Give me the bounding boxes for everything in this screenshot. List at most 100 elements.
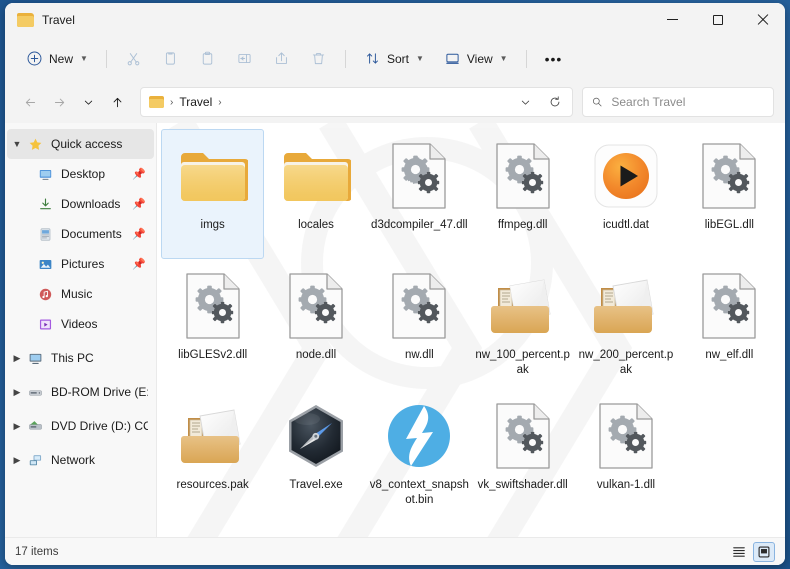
maximize-button[interactable] [695, 3, 740, 36]
file-tile[interactable]: imgs [161, 129, 265, 259]
details-view-toggle[interactable] [728, 542, 750, 562]
file-grid: imgs locales d3dcompiler_47.dll ffmpeg.d… [157, 123, 785, 519]
file-name: Travel.exe [289, 479, 343, 491]
back-button[interactable] [16, 88, 44, 116]
sidebar-item-label: BD-ROM Drive (E:) C [51, 385, 148, 399]
breadcrumb-separator[interactable]: › [216, 97, 223, 108]
trash-icon [312, 53, 325, 65]
downloads-icon [37, 196, 54, 212]
sidebar-item-label: Network [51, 453, 96, 467]
file-tile[interactable]: d3dcompiler_47.dll [368, 129, 471, 259]
file-tile[interactable]: libEGL.dll [678, 129, 781, 259]
pin-icon[interactable]: 📌 [132, 198, 146, 211]
file-tile[interactable]: vulkan-1.dll [574, 389, 677, 519]
folder-icon [17, 12, 34, 27]
paste-button[interactable] [190, 43, 225, 75]
new-button-label: New [49, 51, 74, 66]
file-tile[interactable]: nw_200_percent.pak [574, 259, 677, 389]
file-tile[interactable]: resources.pak [161, 389, 264, 519]
file-name: locales [298, 219, 334, 231]
pin-icon[interactable]: 📌 [132, 258, 146, 271]
file-tile[interactable]: icudtl.dat [574, 129, 677, 259]
orange-play-icon [588, 138, 664, 214]
large-icons-view-icon [758, 546, 770, 557]
sidebar-item-label: Pictures [61, 257, 105, 271]
new-button[interactable]: New ▼ [17, 43, 97, 75]
dll-gears-icon [691, 268, 767, 344]
recent-locations-button[interactable] [74, 88, 102, 116]
pak-box-icon [175, 398, 251, 474]
file-tile[interactable]: v8_context_snapshot.bin [368, 389, 471, 519]
bdrom-drive-icon [27, 384, 44, 400]
search-input[interactable] [611, 95, 765, 109]
sidebar-item-music[interactable]: Music [7, 279, 154, 309]
forward-button[interactable] [45, 88, 73, 116]
file-tile[interactable]: node.dll [264, 259, 367, 389]
navigation-pane[interactable]: ▼ Quick access Desktop 📌 Downloads 📌 Doc… [5, 123, 157, 537]
file-tile[interactable]: nw_100_percent.pak [471, 259, 574, 389]
file-tile[interactable]: Travel.exe [264, 389, 367, 519]
pictures-icon [37, 256, 54, 272]
sidebar-item-bd-rom-drive[interactable]: ▶ BD-ROM Drive (E:) C [7, 377, 154, 407]
share-icon [276, 52, 287, 64]
file-tile[interactable]: libGLESv2.dll [161, 259, 264, 389]
file-tile[interactable]: vk_swiftshader.dll [471, 389, 574, 519]
search-icon [592, 97, 602, 107]
chevron-right-icon[interactable]: ▶ [7, 421, 27, 432]
share-button[interactable] [264, 43, 299, 75]
file-name: nw_100_percent.pak [475, 349, 570, 376]
dll-gears-icon [485, 398, 561, 474]
delete-button[interactable] [301, 43, 336, 75]
monitor-icon [446, 53, 459, 64]
file-tile[interactable]: ffmpeg.dll [471, 129, 574, 259]
sidebar-item-desktop[interactable]: Desktop 📌 [7, 159, 154, 189]
file-tile[interactable]: locales [264, 129, 367, 259]
plus-circle-icon [27, 51, 42, 66]
scissors-icon [127, 53, 140, 66]
large-icons-view-toggle[interactable] [753, 541, 775, 562]
sort-button[interactable]: Sort ▼ [355, 43, 433, 75]
file-list-pane[interactable]: imgs locales d3dcompiler_47.dll ffmpeg.d… [157, 123, 785, 537]
address-bar[interactable]: › Travel › [140, 87, 573, 117]
sidebar-item-videos[interactable]: Videos [7, 309, 154, 339]
address-dropdown-button[interactable] [512, 89, 538, 115]
pin-icon[interactable]: 📌 [132, 228, 146, 241]
pin-icon[interactable]: 📌 [132, 168, 146, 181]
explorer-body: ▼ Quick access Desktop 📌 Downloads 📌 Doc… [5, 123, 785, 537]
file-tile[interactable]: nw_elf.dll [678, 259, 781, 389]
file-name: icudtl.dat [602, 219, 649, 231]
chevron-down-icon [84, 100, 92, 105]
minimize-button[interactable] [650, 3, 695, 36]
window-tab[interactable]: Travel [5, 12, 75, 27]
close-button[interactable] [740, 3, 785, 36]
file-name: node.dll [295, 349, 337, 361]
copy-button[interactable] [153, 43, 188, 75]
rename-button[interactable] [227, 43, 262, 75]
chevron-right-icon[interactable]: ▶ [7, 455, 27, 466]
status-bar: 17 items [5, 537, 785, 565]
more-options-button[interactable]: ••• [536, 43, 572, 75]
sidebar-item-this-pc[interactable]: ▶ This PC [7, 343, 154, 373]
navigation-bar: › Travel › [5, 81, 785, 123]
chevron-right-icon[interactable]: ▶ [7, 353, 27, 364]
cut-button[interactable] [116, 43, 151, 75]
file-tile[interactable]: nw.dll [368, 259, 471, 389]
sidebar-item-quick-access[interactable]: ▼ Quick access [7, 129, 154, 159]
close-icon [757, 14, 769, 26]
refresh-button[interactable] [542, 89, 568, 115]
sidebar-item-pictures[interactable]: Pictures 📌 [7, 249, 154, 279]
up-button[interactable] [103, 88, 131, 116]
search-box[interactable] [582, 87, 774, 117]
sidebar-item-network[interactable]: ▶ Network [7, 445, 154, 475]
window-controls [650, 3, 785, 36]
folder-icon [278, 138, 354, 214]
sidebar-item-documents[interactable]: Documents 📌 [7, 219, 154, 249]
file-name: d3dcompiler_47.dll [371, 219, 468, 231]
sidebar-item-downloads[interactable]: Downloads 📌 [7, 189, 154, 219]
command-bar: New ▼ Sort ▼ View ▼ ••• [5, 36, 785, 81]
chevron-down-icon[interactable]: ▼ [7, 139, 27, 149]
sidebar-item-dvd-drive[interactable]: ▶ DVD Drive (D:) CCCC [7, 411, 154, 441]
view-button[interactable]: View ▼ [435, 43, 517, 75]
breadcrumb-path[interactable]: Travel [179, 95, 212, 109]
chevron-right-icon[interactable]: ▶ [7, 387, 27, 398]
